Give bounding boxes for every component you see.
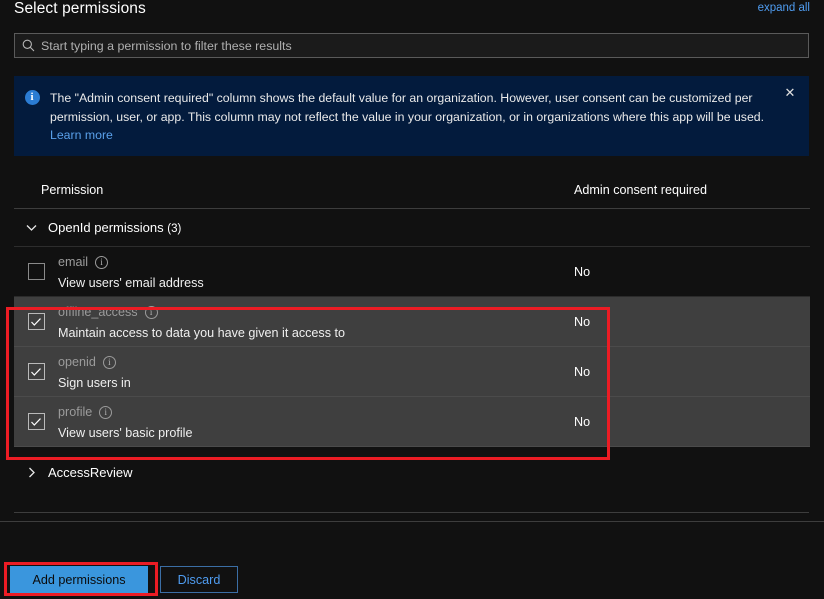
select-permissions-panel: Select permissions expand all i The "Adm…	[0, 0, 824, 599]
learn-more-link[interactable]: Learn more	[50, 128, 113, 142]
info-icon[interactable]: i	[145, 306, 158, 319]
group-name: OpenId permissions	[48, 220, 164, 235]
panel-header: Select permissions expand all	[0, 0, 824, 28]
panel-footer: Add permissions Discard	[0, 560, 824, 599]
admin-consent-value: No	[574, 247, 590, 296]
permission-description: Sign users in	[58, 376, 810, 390]
group-count: (3)	[167, 223, 181, 235]
table-row[interactable]: openid i Sign users in No	[14, 347, 810, 397]
permission-info: offline_access i Maintain access to data…	[58, 303, 810, 340]
admin-consent-value: No	[574, 397, 590, 446]
search-input[interactable]	[41, 34, 808, 57]
admin-consent-value: No	[574, 297, 590, 346]
discard-button[interactable]: Discard	[160, 566, 238, 593]
column-header-admin-consent: Admin consent required	[574, 183, 707, 197]
column-header-permission: Permission	[41, 183, 103, 197]
permission-filter-box[interactable]	[14, 33, 809, 58]
row-checkbox-cell[interactable]	[14, 363, 58, 380]
checkbox-checked[interactable]	[28, 313, 45, 330]
table-row[interactable]: offline_access i Maintain access to data…	[14, 297, 810, 347]
close-icon[interactable]: ✕	[781, 84, 799, 102]
row-checkbox-cell[interactable]	[14, 263, 58, 280]
banner-message: The "Admin consent required" column show…	[50, 91, 764, 124]
permission-name: offline_access	[58, 305, 138, 319]
checkbox-checked[interactable]	[28, 363, 45, 380]
checkbox-unchecked[interactable]	[28, 263, 45, 280]
info-icon[interactable]: i	[103, 356, 116, 369]
info-icon[interactable]: i	[95, 256, 108, 269]
info-icon: i	[14, 76, 50, 156]
chevron-down-icon	[14, 220, 48, 235]
row-checkbox-cell[interactable]	[14, 413, 58, 430]
expand-all-link[interactable]: expand all	[758, 2, 810, 14]
search-icon	[15, 39, 41, 52]
group-label: OpenId permissions (3)	[48, 220, 181, 235]
table-row[interactable]: email i View users' email address No	[14, 247, 810, 297]
table-header-row: Permission Admin consent required	[14, 172, 810, 209]
info-icon[interactable]: i	[99, 406, 112, 419]
permission-name: profile	[58, 405, 92, 419]
permission-description: Maintain access to data you have given i…	[58, 326, 810, 340]
permission-name: email	[58, 255, 88, 269]
permission-name: openid	[58, 355, 96, 369]
group-label: AccessReview	[48, 465, 133, 480]
permissions-table: Permission Admin consent required OpenId…	[0, 172, 824, 497]
permission-description: View users' basic profile	[58, 426, 810, 440]
group-row-openid-permissions[interactable]: OpenId permissions (3)	[14, 209, 810, 247]
checkbox-checked[interactable]	[28, 413, 45, 430]
admin-consent-info-banner: i The "Admin consent required" column sh…	[14, 76, 809, 156]
table-bottom-divider	[14, 512, 809, 513]
footer-divider	[0, 521, 824, 522]
page-title: Select permissions	[14, 0, 146, 18]
admin-consent-value: No	[574, 347, 590, 396]
permission-description: View users' email address	[58, 276, 810, 290]
group-name: AccessReview	[48, 465, 133, 480]
add-permissions-button[interactable]: Add permissions	[10, 566, 148, 593]
banner-text: The "Admin consent required" column show…	[50, 76, 809, 156]
permission-info: openid i Sign users in	[58, 353, 810, 390]
permission-info: email i View users' email address	[58, 253, 810, 290]
row-checkbox-cell[interactable]	[14, 313, 58, 330]
chevron-right-icon	[14, 465, 48, 480]
table-row[interactable]: profile i View users' basic profile No	[14, 397, 810, 447]
group-row-accessreview[interactable]: AccessReview	[14, 447, 810, 497]
permission-info: profile i View users' basic profile	[58, 403, 810, 440]
